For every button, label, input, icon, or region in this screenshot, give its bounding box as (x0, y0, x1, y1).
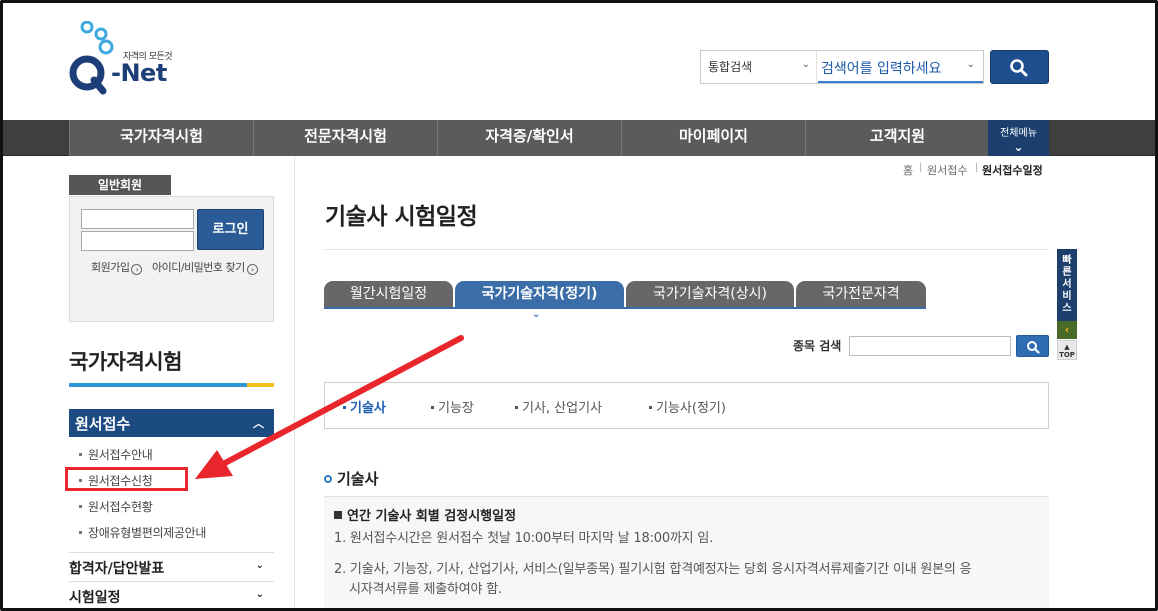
browser-frame: 자격의 모든것 -Net 통합검색 ⌄ 검색어를 입력하세요 ⌄ 국가자격시험 … (0, 0, 1158, 611)
annotation-arrow-icon (3, 3, 1158, 611)
